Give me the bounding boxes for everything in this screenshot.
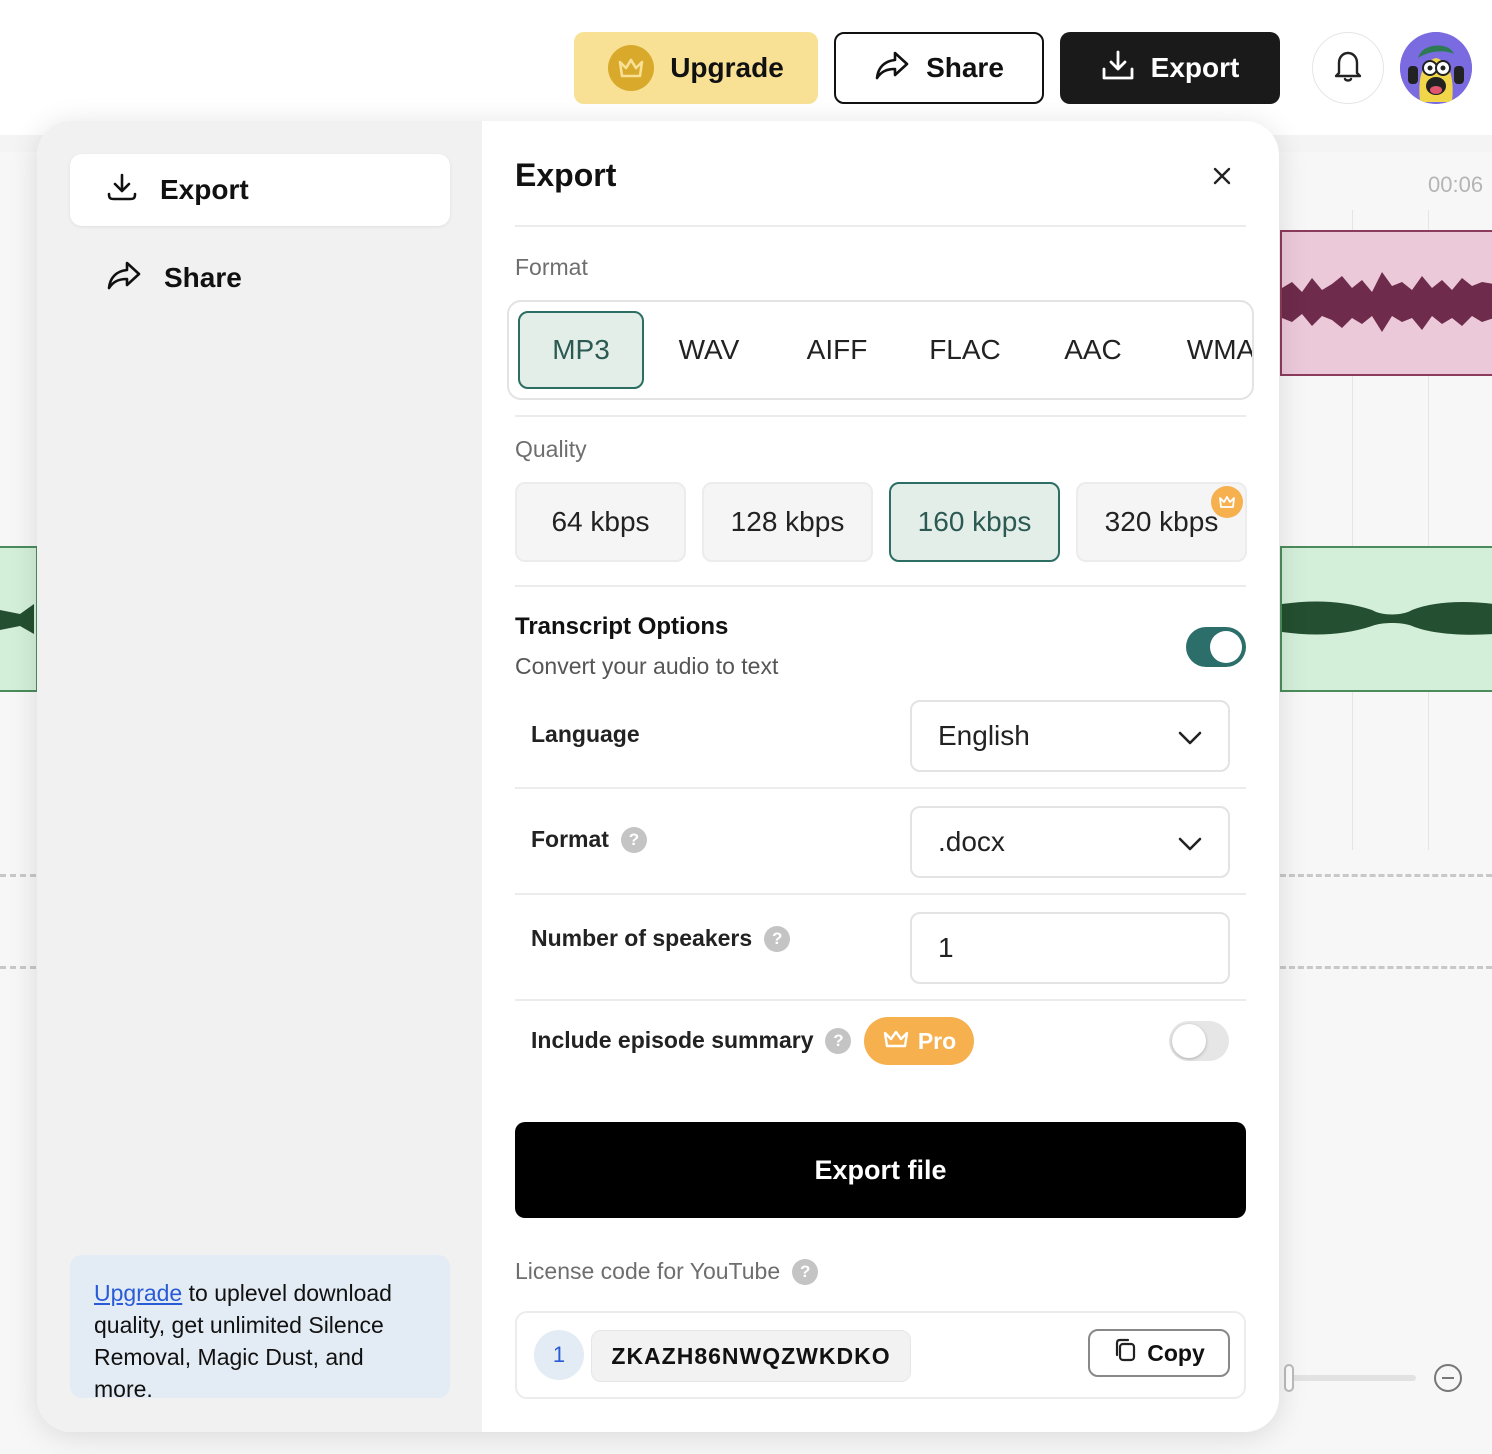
- speakers-label: Number of speakers ?: [531, 925, 791, 952]
- share-arrow-icon: [106, 260, 142, 297]
- format-label: Format: [515, 254, 588, 280]
- episode-summary-label-text: Include episode summary: [531, 1027, 814, 1053]
- pro-badge-label: Pro: [917, 1027, 957, 1054]
- transcript-options-subtitle: Convert your audio to text: [515, 653, 779, 679]
- chevron-down-icon: [1178, 720, 1202, 752]
- format-option-wma[interactable]: WMA: [1159, 311, 1252, 389]
- timeline-dashed-line: [1280, 874, 1492, 877]
- transcript-format-value: .docx: [938, 826, 1005, 857]
- modal-sidebar: Export Share Upgrade to uplevel download…: [37, 121, 482, 1432]
- language-label-text: Language: [531, 721, 640, 747]
- quality-option-160[interactable]: 160 kbps: [889, 482, 1060, 562]
- bell-icon: [1333, 49, 1363, 88]
- share-label: Share: [926, 52, 1004, 83]
- chevron-down-icon: [1178, 826, 1202, 858]
- timeline-dashed-line: [0, 966, 36, 969]
- top-bar: Upgrade Share Export: [0, 0, 1492, 135]
- license-code-box: 1 ZKAZH86NWQZWKDKO Copy: [515, 1311, 1246, 1399]
- format-option-mp3[interactable]: MP3: [518, 311, 644, 389]
- license-label-text: License code for YouTube: [515, 1258, 781, 1284]
- audio-clip-green[interactable]: [1280, 546, 1492, 692]
- share-button[interactable]: Share: [834, 32, 1044, 104]
- license-index: 1: [534, 1330, 584, 1380]
- transcript-format-label: Format ?: [531, 826, 647, 853]
- transcript-options-title: Transcript Options: [515, 613, 729, 640]
- export-button[interactable]: Export: [1060, 32, 1280, 104]
- panel-title: Export: [515, 157, 617, 193]
- divider: [515, 415, 1246, 417]
- transcript-format-select[interactable]: .docx: [910, 806, 1230, 878]
- avatar[interactable]: [1400, 32, 1472, 104]
- upgrade-promo: Upgrade to uplevel download quality, get…: [70, 1255, 450, 1402]
- divider: [515, 787, 1246, 789]
- speakers-label-text: Number of speakers: [531, 925, 753, 951]
- zoom-out-icon[interactable]: [1434, 1364, 1462, 1392]
- timeline-dashed-line: [0, 874, 36, 877]
- sidebar-item-label: Export: [160, 174, 249, 205]
- close-button[interactable]: [1205, 161, 1239, 195]
- divider: [515, 893, 1246, 895]
- copy-label: Copy: [1147, 1339, 1205, 1366]
- download-icon: [1101, 49, 1135, 88]
- notifications-button[interactable]: [1312, 32, 1384, 104]
- close-icon: [1213, 167, 1231, 190]
- export-label: Export: [1150, 52, 1240, 83]
- format-option-aiff[interactable]: AIFF: [775, 311, 899, 389]
- transcript-toggle[interactable]: [1186, 627, 1246, 667]
- export-file-button[interactable]: Export file: [515, 1122, 1246, 1218]
- timeline-timecode: 00:06: [1428, 172, 1484, 197]
- help-icon[interactable]: ?: [792, 1258, 819, 1285]
- pro-badge: Pro: [864, 1017, 974, 1065]
- license-code: ZKAZH86NWQZWKDKO: [591, 1330, 911, 1382]
- language-value: English: [938, 720, 1030, 751]
- format-selector: MP3 WAV AIFF FLAC AAC WMA: [507, 300, 1254, 400]
- crown-icon: [608, 45, 655, 91]
- zoom-slider-thumb[interactable]: [1284, 1364, 1294, 1392]
- crown-icon: [1211, 486, 1243, 518]
- help-icon[interactable]: ?: [620, 826, 647, 853]
- divider: [515, 999, 1246, 1001]
- upgrade-label: Upgrade: [670, 52, 784, 83]
- sidebar-item-export[interactable]: Export: [70, 154, 450, 226]
- divider: [515, 225, 1246, 227]
- speakers-value: 1: [938, 932, 954, 963]
- quality-option-64[interactable]: 64 kbps: [515, 482, 686, 562]
- help-icon[interactable]: ?: [764, 925, 791, 952]
- audio-clip-pink[interactable]: [1280, 230, 1492, 376]
- format-option-aac[interactable]: AAC: [1031, 311, 1155, 389]
- share-arrow-icon: [874, 50, 910, 87]
- sidebar-item-label: Share: [164, 262, 242, 293]
- help-icon[interactable]: ?: [825, 1027, 852, 1054]
- quality-option-128[interactable]: 128 kbps: [702, 482, 873, 562]
- download-icon: [106, 172, 138, 209]
- upgrade-link[interactable]: Upgrade: [94, 1280, 182, 1306]
- sidebar-item-share[interactable]: Share: [70, 242, 450, 314]
- upgrade-button[interactable]: Upgrade: [574, 32, 818, 104]
- quality-label: Quality: [515, 436, 587, 462]
- copy-button[interactable]: Copy: [1088, 1329, 1230, 1377]
- episode-summary-label: Include episode summary ?: [531, 1027, 852, 1054]
- copy-icon: [1113, 1337, 1137, 1369]
- timeline-dashed-line: [1280, 966, 1492, 969]
- audio-clip-green-left[interactable]: [0, 546, 38, 692]
- format-option-wav[interactable]: WAV: [647, 311, 771, 389]
- format-option-flac[interactable]: FLAC: [903, 311, 1027, 389]
- divider: [515, 585, 1246, 587]
- language-select[interactable]: English: [910, 700, 1230, 772]
- license-label: License code for YouTube ?: [515, 1258, 819, 1285]
- crown-icon: [882, 1028, 910, 1055]
- quality-option-label: 320 kbps: [1104, 506, 1219, 537]
- export-modal: Export Share Upgrade to uplevel download…: [37, 121, 1279, 1432]
- language-label: Language: [531, 721, 640, 748]
- zoom-slider-track[interactable]: [1290, 1375, 1416, 1381]
- speakers-input[interactable]: 1: [910, 912, 1230, 984]
- export-panel: Export Format MP3 WAV AIFF FLAC AAC WMA …: [507, 121, 1279, 1432]
- quality-option-320[interactable]: 320 kbps: [1076, 482, 1247, 562]
- episode-summary-toggle[interactable]: [1169, 1021, 1229, 1061]
- transcript-format-label-text: Format: [531, 826, 609, 852]
